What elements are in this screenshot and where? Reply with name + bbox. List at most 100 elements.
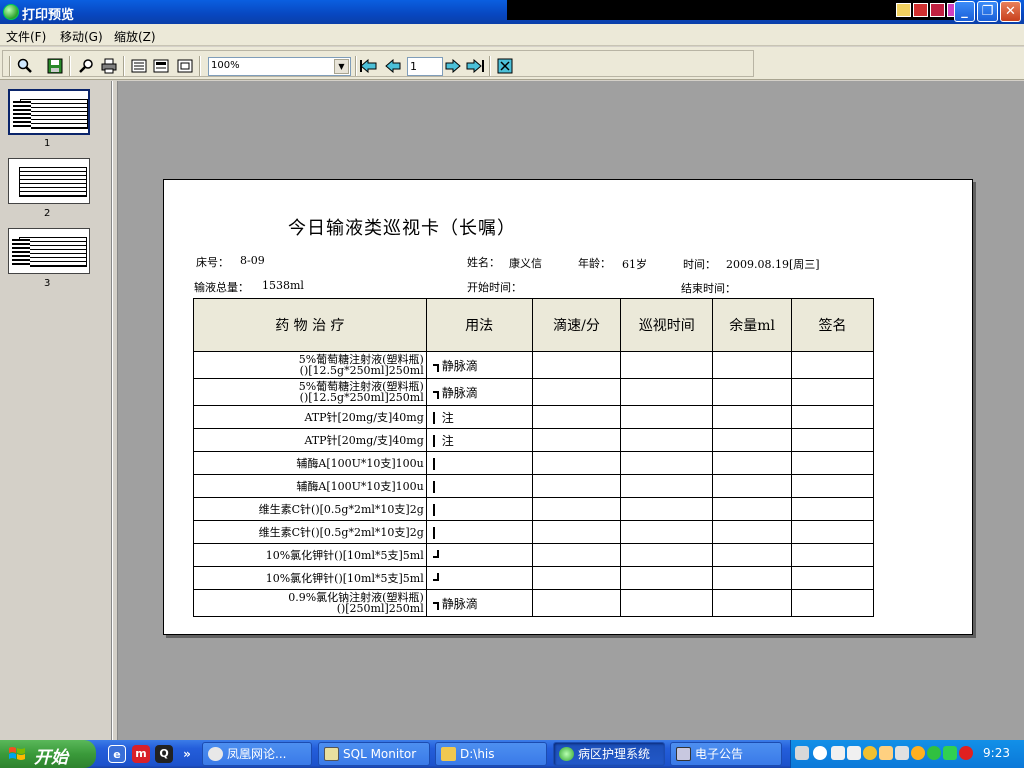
- start-button[interactable]: 开始: [0, 740, 96, 768]
- whole-page-icon[interactable]: [151, 56, 171, 76]
- group-bracket: [432, 391, 439, 399]
- drug-cell: 维生素C针()[0.5g*2ml*10支]2g: [193, 520, 427, 544]
- blank-cell: [531, 405, 622, 429]
- qq-icon[interactable]: [863, 746, 877, 760]
- stop-icon[interactable]: [913, 3, 928, 17]
- table-header-cell: 药 物 治 疗: [193, 298, 427, 352]
- mail-icon[interactable]: [831, 746, 845, 760]
- minimize-button[interactable]: _: [954, 1, 975, 22]
- close-preview-icon[interactable]: [495, 56, 515, 76]
- page-thumbnail-3[interactable]: [8, 228, 90, 274]
- first-page-icon[interactable]: [359, 56, 379, 76]
- save-icon[interactable]: [45, 56, 65, 76]
- info-icon[interactable]: [911, 746, 925, 760]
- task-nursing-system[interactable]: 病区护理系统: [553, 742, 665, 766]
- blank-cell: [531, 497, 622, 521]
- restore-button[interactable]: ❐: [977, 1, 998, 22]
- thumbnail-label: 3: [44, 278, 51, 289]
- prev-page-icon[interactable]: [383, 56, 403, 76]
- usage-text: 静脉滴: [441, 596, 478, 611]
- blank-cell: [791, 378, 874, 406]
- table-row: 5%葡萄糖注射液(塑料瓶) ()[12.5g*250ml]250ml 静脉滴: [193, 351, 874, 379]
- bed-label: 床号：: [196, 256, 229, 269]
- toolbar-separator: [199, 56, 201, 76]
- page-thumbnail-2[interactable]: [8, 158, 90, 204]
- menu-move[interactable]: 移动(G): [60, 28, 103, 45]
- chevron-down-icon[interactable]: ▼: [334, 59, 349, 74]
- umbrella-icon[interactable]: [927, 746, 941, 760]
- close-button[interactable]: ✕: [1000, 1, 1021, 22]
- usage-cell: 注: [425, 428, 533, 452]
- chevron-left-icon[interactable]: [813, 746, 827, 760]
- group-bracket: [432, 480, 439, 493]
- group-bracket: [432, 412, 439, 424]
- keyboard-icon[interactable]: [795, 746, 809, 760]
- app-icon: [3, 4, 19, 20]
- system-tray: 9:23: [790, 740, 1024, 768]
- tray-app-icon[interactable]: [930, 3, 945, 17]
- toolbar-separator: [355, 56, 357, 76]
- menu-zoom[interactable]: 缩放(Z): [114, 28, 156, 45]
- table-row: 辅酶A[100U*10支]100u: [193, 451, 874, 475]
- usage-cell: [425, 451, 533, 475]
- shield-icon[interactable]: [943, 746, 957, 760]
- task-forum[interactable]: 凤凰网论...: [202, 742, 312, 766]
- blank-cell: [712, 451, 793, 475]
- blank-cell: [791, 474, 874, 498]
- blank-cell: [620, 589, 714, 617]
- blank-cell: [791, 405, 874, 429]
- drug-cell: ATP针[20mg/支]40mg: [193, 405, 427, 429]
- usage-cell: 静脉滴: [425, 351, 533, 379]
- notice-icon: [676, 747, 691, 761]
- next-page-icon[interactable]: [443, 56, 463, 76]
- toolbar-separator: [489, 56, 491, 76]
- page-thumbnail-1[interactable]: [8, 89, 90, 135]
- block-icon[interactable]: [959, 746, 973, 760]
- blank-cell: [791, 589, 874, 617]
- media-quicklaunch-icon[interactable]: m: [132, 745, 150, 763]
- page-width-icon[interactable]: [129, 56, 149, 76]
- printer-icon[interactable]: [99, 56, 119, 76]
- drug-cell: 辅酶A[100U*10支]100u: [193, 451, 427, 475]
- blank-cell: [531, 474, 622, 498]
- task-sql-monitor[interactable]: SQL Monitor: [318, 742, 430, 766]
- task-announcement[interactable]: 电子公告: [670, 742, 782, 766]
- browser-quicklaunch-icon[interactable]: e: [108, 745, 126, 763]
- zoom-magnifier-icon[interactable]: [15, 56, 35, 76]
- table-header-cell: 签名: [791, 298, 874, 352]
- last-page-icon[interactable]: [465, 56, 485, 76]
- table-row: 维生素C针()[0.5g*2ml*10支]2g: [193, 497, 874, 521]
- find-icon[interactable]: [77, 56, 97, 76]
- drug-cell: 维生素C针()[0.5g*2ml*10支]2g: [193, 497, 427, 521]
- end-time-label: 结束时间：: [681, 282, 736, 295]
- toolbar-separator: [69, 56, 71, 76]
- document-title: 今日输液类巡视卡（长嘱）: [288, 218, 516, 239]
- mail-icon[interactable]: [896, 3, 911, 17]
- qq-quicklaunch-icon[interactable]: Q: [155, 745, 173, 763]
- page-number-input[interactable]: 1: [407, 57, 443, 76]
- blank-cell: [531, 543, 622, 567]
- drug-cell: 10%氯化钾针()[10ml*5支]5ml: [193, 566, 427, 590]
- blank-cell: [531, 351, 622, 379]
- table-header-cell: 用法: [425, 298, 533, 352]
- task-folder-his[interactable]: D:\his: [435, 742, 547, 766]
- patrol-table: 药 物 治 疗用法 滴速/分 巡视时间 余量ml 签名 5%葡萄糖注射液(塑料瓶)()[…: [193, 298, 874, 617]
- blank-cell: [791, 543, 874, 567]
- table-row: 10%氯化钾针()[10ml*5支]5ml: [193, 543, 874, 567]
- chevron-right-icon[interactable]: »: [178, 745, 196, 763]
- task-label: 凤凰网论...: [227, 747, 287, 761]
- menu-file[interactable]: 文件(F): [6, 28, 46, 45]
- speaker-icon[interactable]: [895, 746, 909, 760]
- blank-cell: [620, 451, 714, 475]
- task-label: 电子公告: [695, 747, 744, 761]
- clock: 9:23: [983, 746, 1010, 760]
- usage-cell: 注: [425, 405, 533, 429]
- preview-area[interactable]: 今日输液类巡视卡（长嘱） 床号： 8-09 姓名： 康义信 年龄： 61岁 时间…: [118, 81, 1024, 740]
- blank-cell: [791, 351, 874, 379]
- menu-bar: 文件(F) 移动(G) 缩放(Z): [0, 24, 1024, 46]
- user-icon[interactable]: [879, 746, 893, 760]
- actual-size-icon[interactable]: [175, 56, 195, 76]
- zoom-select[interactable]: 100% ▼: [208, 57, 351, 76]
- mail-icon[interactable]: [847, 746, 861, 760]
- blank-cell: [620, 474, 714, 498]
